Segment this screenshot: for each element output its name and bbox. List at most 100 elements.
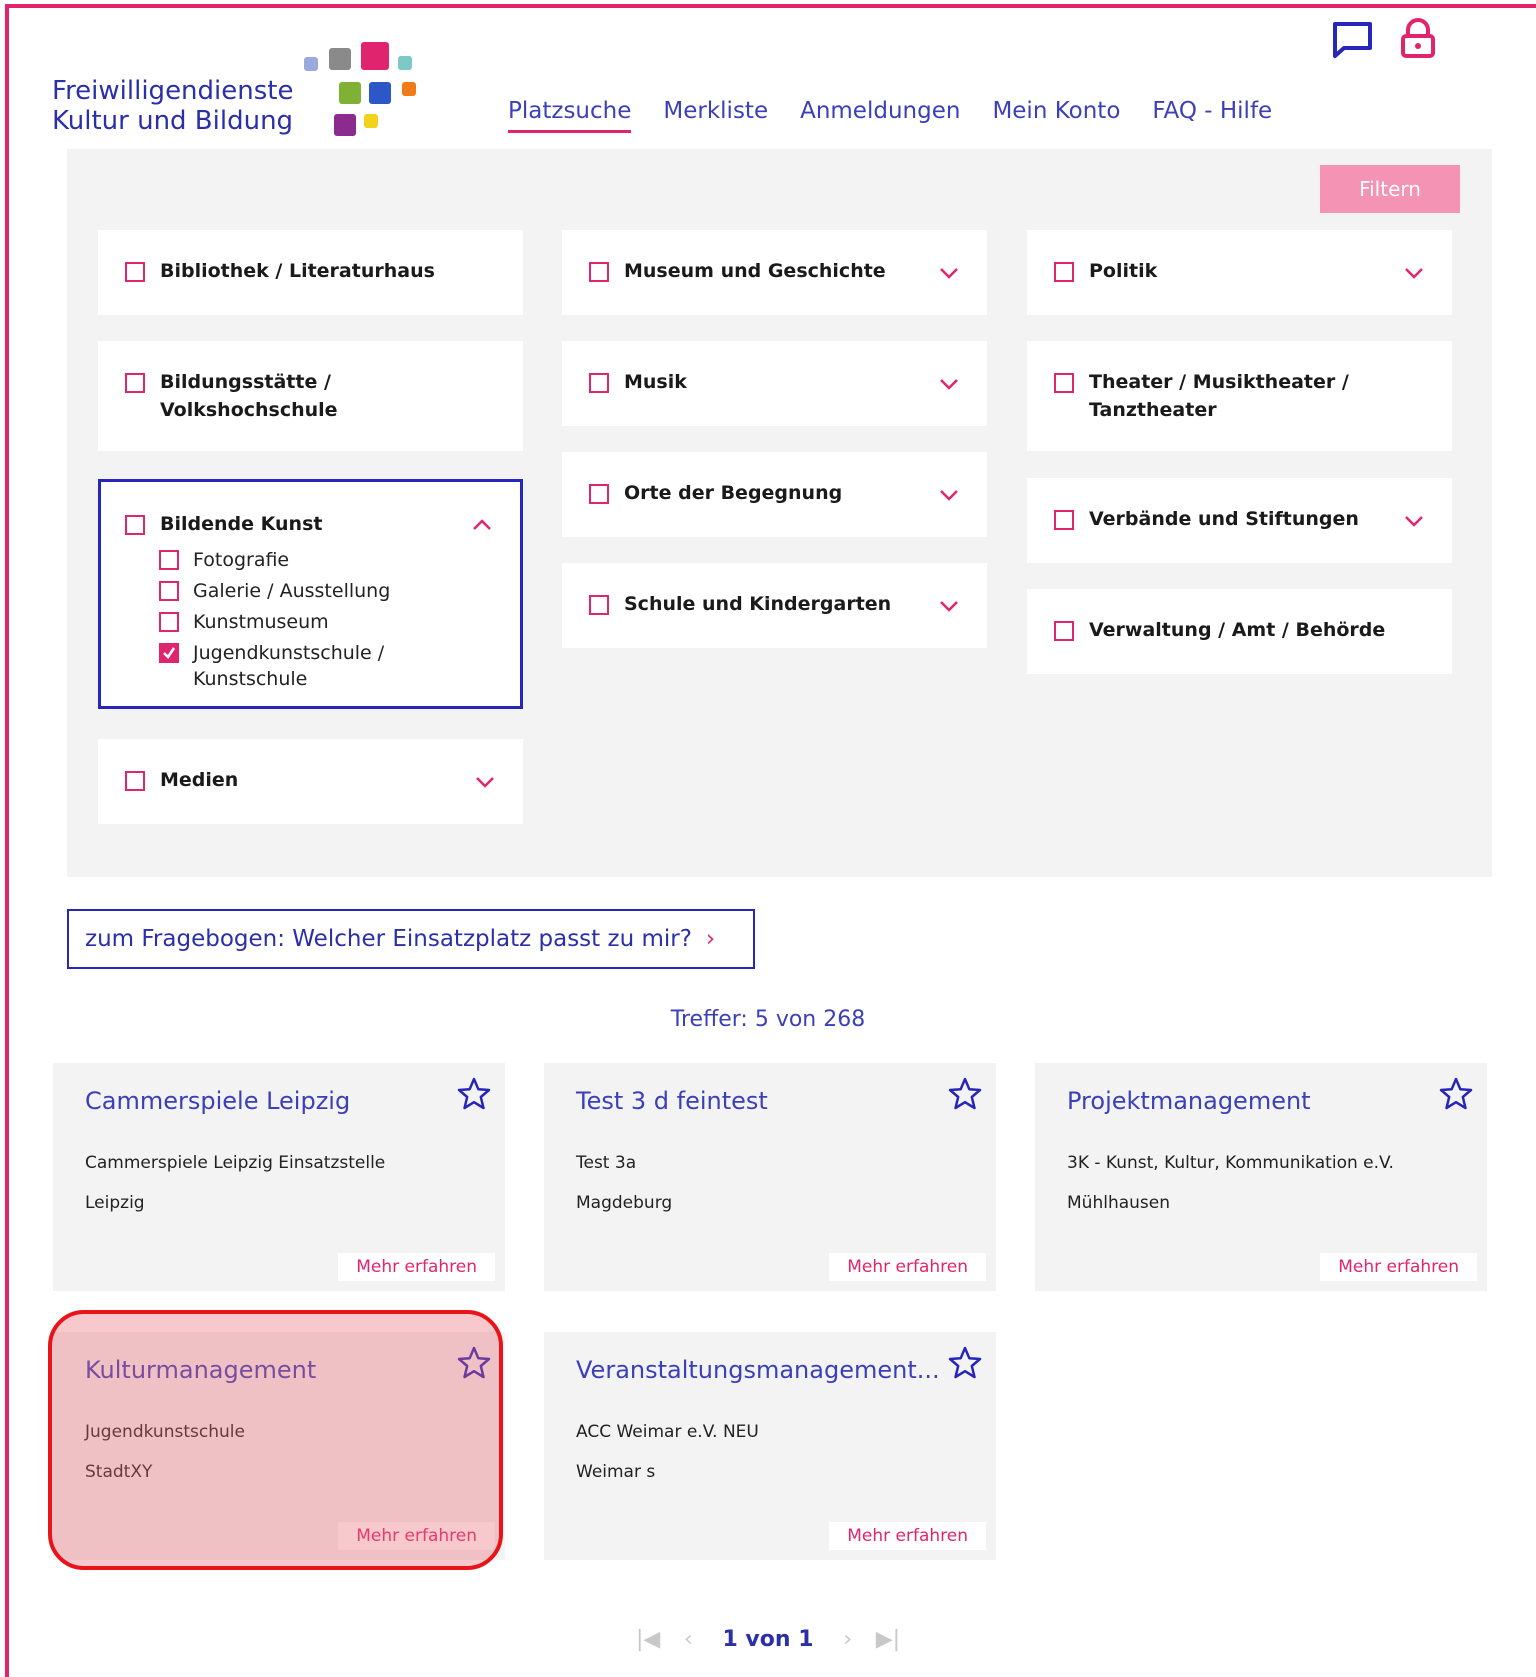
chevron-down-icon[interactable] (939, 488, 959, 502)
results-count: Treffer: 5 von 268 (670, 1007, 866, 1032)
more-info-button[interactable]: Mehr erfahren (829, 1522, 986, 1550)
lock-icon[interactable] (1398, 18, 1444, 60)
category-label: Musik (624, 371, 687, 393)
chevron-down-icon[interactable] (475, 775, 495, 789)
subcategory-checkbox[interactable] (159, 550, 179, 570)
category-checkbox[interactable] (125, 373, 145, 393)
chevron-right-icon: › (705, 926, 716, 952)
subcategory-label: Jugendkunstschule / Kunstschule (193, 639, 384, 693)
check-icon (163, 647, 176, 659)
category-label-line-1: Bildungsstätte / (160, 371, 331, 393)
subcategory-checkbox[interactable] (159, 612, 179, 632)
category-label: Schule und Kindergarten (624, 593, 892, 615)
category-checkbox[interactable] (125, 771, 145, 791)
category-label-line-2: Tanztheater (1089, 399, 1217, 421)
nav-faq-hilfe[interactable]: FAQ - Hilfe (1152, 98, 1272, 133)
category-checkbox[interactable] (589, 484, 609, 504)
category-label: Theater / Musiktheater / Tanztheater (1089, 368, 1349, 424)
result-organisation: Test 3a (576, 1153, 637, 1173)
category-checkbox[interactable] (589, 262, 609, 282)
category-card-verwaltung[interactable]: Verwaltung / Amt / Behörde (1027, 589, 1452, 674)
nav-anmeldungen[interactable]: Anmeldungen (800, 98, 960, 133)
star-icon[interactable] (948, 1346, 982, 1380)
result-card[interactable]: Veranstaltungsmanagement... ACC Weimar e… (544, 1332, 996, 1560)
nav-mein-konto[interactable]: Mein Konto (992, 98, 1120, 133)
result-city: Magdeburg (576, 1193, 673, 1213)
category-checkbox[interactable] (589, 373, 609, 393)
logo-square (369, 82, 391, 104)
chevron-down-icon[interactable] (939, 599, 959, 613)
nav-merkliste[interactable]: Merkliste (663, 98, 768, 133)
category-card-orte-der-begegnung[interactable]: Orte der Begegnung (562, 452, 987, 537)
category-card-verbaende[interactable]: Verbände und Stiftungen (1027, 478, 1452, 563)
previous-page-icon[interactable]: ‹ (684, 1627, 693, 1652)
result-card[interactable]: Test 3 d feintest Test 3a Magdeburg Mehr… (544, 1063, 996, 1291)
result-title[interactable]: Test 3 d feintest (576, 1087, 768, 1115)
category-label: Museum und Geschichte (624, 260, 886, 282)
category-card-musik[interactable]: Musik (562, 341, 987, 426)
star-icon[interactable] (948, 1077, 982, 1111)
result-title[interactable]: Cammerspiele Leipzig (85, 1087, 350, 1115)
result-organisation: Jugendkunstschule (85, 1422, 245, 1442)
category-checkbox[interactable] (1054, 510, 1074, 530)
chevron-down-icon[interactable] (939, 266, 959, 280)
chevron-down-icon[interactable] (939, 377, 959, 391)
filter-panel: Filtern Bibliothek / Literaturhaus Bildu… (67, 149, 1492, 877)
logo-square (339, 82, 361, 104)
last-page-icon[interactable]: ▶| (876, 1627, 900, 1652)
star-icon[interactable] (457, 1077, 491, 1111)
star-icon[interactable] (457, 1346, 491, 1380)
subcategory-checkbox[interactable] (159, 581, 179, 601)
category-checkbox[interactable] (125, 262, 145, 282)
questionnaire-link-label: zum Fragebogen: Welcher Einsatzplatz pas… (85, 926, 692, 952)
result-card[interactable]: Kulturmanagement Jugendkunstschule Stadt… (53, 1332, 505, 1560)
result-title[interactable]: Projektmanagement (1067, 1087, 1311, 1115)
star-icon[interactable] (1439, 1077, 1473, 1111)
nav-platzsuche[interactable]: Platzsuche (508, 98, 632, 133)
category-card-bildende-kunst[interactable]: Bildende Kunst Fotografie Galerie / Auss… (98, 479, 523, 709)
chevron-up-icon[interactable] (472, 517, 492, 531)
category-label: Orte der Begegnung (624, 482, 843, 504)
category-checkbox[interactable] (589, 595, 609, 615)
more-info-button[interactable]: Mehr erfahren (829, 1253, 986, 1281)
subcategory-label-line-1: Jugendkunstschule / (193, 642, 385, 664)
result-city: Mühlhausen (1067, 1193, 1170, 1213)
category-label: Bibliothek / Literaturhaus (160, 260, 435, 282)
subcategory-checkbox-checked[interactable] (159, 643, 179, 663)
logo-text: Freiwilligendienste Kultur und Bildung (52, 76, 293, 136)
more-info-button[interactable]: Mehr erfahren (338, 1522, 495, 1550)
category-checkbox[interactable] (1054, 262, 1074, 282)
category-card-medien[interactable]: Medien (98, 739, 523, 824)
result-title[interactable]: Kulturmanagement (85, 1356, 316, 1384)
first-page-icon[interactable]: |◀ (636, 1627, 660, 1652)
chevron-down-icon[interactable] (1404, 514, 1424, 528)
category-card-bibliothek[interactable]: Bibliothek / Literaturhaus (98, 230, 523, 315)
header-icons (1330, 18, 1444, 60)
result-city: Leipzig (85, 1193, 145, 1213)
category-label-line-1: Theater / Musiktheater / (1089, 371, 1349, 393)
more-info-button[interactable]: Mehr erfahren (1320, 1253, 1477, 1281)
chevron-down-icon[interactable] (1404, 266, 1424, 280)
category-card-museum[interactable]: Museum und Geschichte (562, 230, 987, 315)
category-checkbox[interactable] (125, 515, 145, 535)
category-card-theater[interactable]: Theater / Musiktheater / Tanztheater (1027, 341, 1452, 451)
site-logo[interactable]: Freiwilligendienste Kultur und Bildung (52, 40, 432, 140)
category-checkbox[interactable] (1054, 621, 1074, 641)
next-page-icon[interactable]: › (843, 1627, 852, 1652)
category-card-schule[interactable]: Schule und Kindergarten (562, 563, 987, 648)
questionnaire-link[interactable]: zum Fragebogen: Welcher Einsatzplatz pas… (67, 909, 755, 969)
result-card[interactable]: Cammerspiele Leipzig Cammerspiele Leipzi… (53, 1063, 505, 1291)
category-card-bildungsstaette[interactable]: Bildungsstätte / Volkshochschule (98, 341, 523, 451)
filter-button[interactable]: Filtern (1320, 165, 1460, 213)
result-organisation: Cammerspiele Leipzig Einsatzstelle (85, 1153, 386, 1173)
result-title[interactable]: Veranstaltungsmanagement... (576, 1356, 940, 1384)
logo-square (304, 57, 318, 71)
chat-icon[interactable] (1330, 18, 1376, 60)
result-city: Weimar s (576, 1462, 656, 1482)
result-card[interactable]: Projektmanagement 3K - Kunst, Kultur, Ko… (1035, 1063, 1487, 1291)
category-card-politik[interactable]: Politik (1027, 230, 1452, 315)
category-label: Bildungsstätte / Volkshochschule (160, 368, 338, 424)
category-checkbox[interactable] (1054, 373, 1074, 393)
logo-square (361, 42, 389, 70)
more-info-button[interactable]: Mehr erfahren (338, 1253, 495, 1281)
